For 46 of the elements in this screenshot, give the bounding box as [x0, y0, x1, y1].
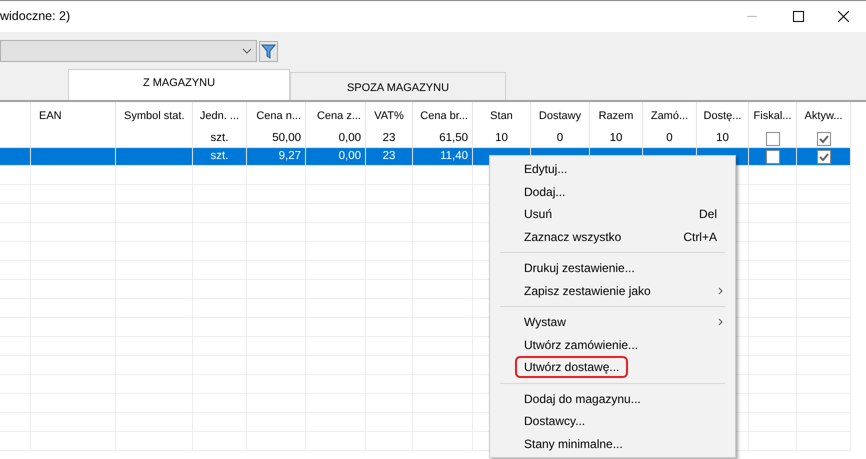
empty-cell — [193, 166, 247, 185]
close-icon[interactable] — [838, 11, 849, 22]
menu-item[interactable]: Dostawcy... — [524, 412, 586, 430]
menu-item[interactable]: Edytuj... — [524, 160, 568, 178]
table-cell: 23 — [366, 130, 413, 148]
table-cell: 50,00 — [247, 130, 306, 148]
table-cell: 0 — [643, 130, 697, 148]
shortcut-label: Del — [698, 206, 717, 224]
filter-icon — [261, 44, 276, 58]
tab[interactable]: Z MAGAZYNU — [68, 69, 290, 100]
chevron-down-icon — [242, 48, 252, 54]
active-checkbox[interactable] — [816, 132, 830, 146]
table-cell: 10 — [590, 130, 643, 148]
active-checkbox[interactable] — [816, 150, 830, 164]
fiscal-checkbox[interactable] — [766, 150, 780, 164]
table-cell: 11,40 — [413, 148, 473, 166]
menu-item[interactable]: Usuń — [524, 205, 552, 224]
empty-cell — [366, 166, 413, 185]
menu-item[interactable]: Utwórz dostawę... — [515, 356, 628, 378]
maximize-icon[interactable] — [793, 11, 804, 22]
table-cell: 0,00 — [306, 130, 366, 148]
filter-button[interactable] — [259, 40, 278, 62]
table-cell: 10 — [473, 130, 531, 148]
menu-item[interactable]: Dodaj... — [524, 182, 566, 201]
table-cell: 0 — [531, 130, 590, 148]
menu-item[interactable]: Zaznacz wszystko — [524, 228, 622, 246]
table-cell: 0,00 — [306, 148, 366, 166]
tab[interactable]: SPOZA MAGAZYNU — [290, 72, 506, 100]
window-title: widoczne: 2) — [0, 8, 70, 26]
empty-cell — [0, 166, 31, 185]
shortcut-label: Ctrl+A — [683, 228, 717, 246]
menu-item[interactable]: Utwórz zamówienie... — [524, 336, 638, 354]
table-cell: 9,27 — [247, 148, 306, 166]
table-cell: 10 — [697, 130, 749, 148]
menu-item[interactable]: Drukuj zestawienie... — [524, 259, 635, 278]
table-cell: szt. — [193, 148, 247, 166]
table-cell: szt. — [193, 130, 247, 148]
menu-item[interactable]: Dodaj do magazynu... — [524, 390, 641, 408]
table-cell: 61,50 — [413, 130, 473, 148]
menu-item[interactable]: Zapisz zestawienie jako — [524, 282, 651, 300]
fiscal-checkbox[interactable] — [766, 132, 780, 146]
empty-cell — [306, 166, 366, 185]
empty-cell — [247, 166, 306, 185]
menu-item[interactable]: Stany minimalne... — [524, 434, 623, 453]
table-cell: 23 — [366, 148, 413, 166]
menu-item[interactable]: Wystaw — [524, 313, 566, 332]
